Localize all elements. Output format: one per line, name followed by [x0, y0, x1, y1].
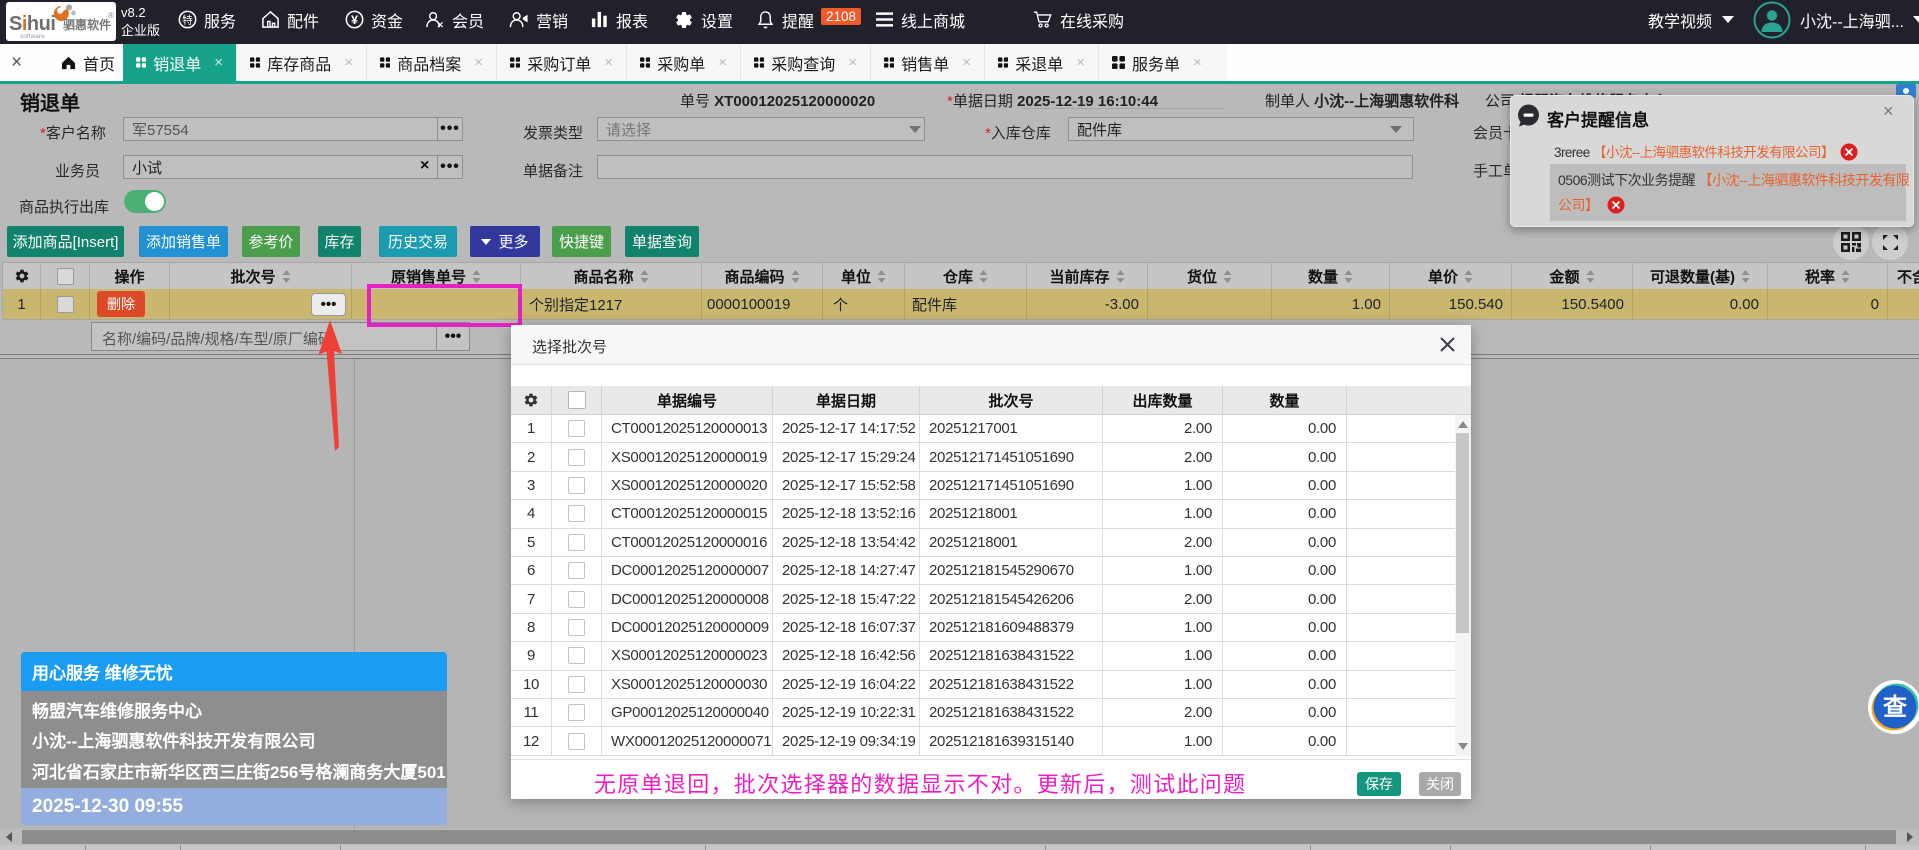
svg-text:驷惠软件: 驷惠软件 [63, 17, 111, 32]
svg-text:Sihui: Sihui [9, 13, 55, 35]
svg-text:®: ® [108, 11, 114, 20]
svg-text:查: 查 [1883, 694, 1907, 721]
svg-text:¥: ¥ [351, 13, 358, 27]
svg-text:software: software [20, 33, 45, 40]
svg-text:特: 特 [182, 14, 192, 26]
